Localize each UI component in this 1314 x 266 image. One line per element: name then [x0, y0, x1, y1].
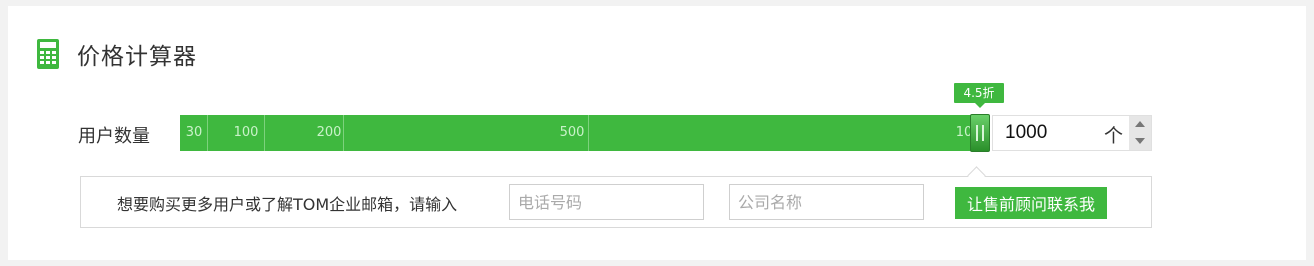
contact-prompt: 想要购买更多用户或了解TOM企业邮箱，请输入 — [117, 195, 458, 214]
company-input[interactable] — [729, 184, 924, 220]
grip-line-icon — [976, 125, 978, 141]
increment-arrow-icon[interactable] — [1129, 116, 1151, 133]
slider-tick-label: 30 — [185, 125, 203, 140]
slider-divider — [343, 115, 344, 151]
price-calculator-card: 价格计算器 用户数量 30 100 200 500 10 4.5折 个 想要购买… — [8, 6, 1306, 260]
quantity-input[interactable] — [1005, 119, 1095, 147]
slider-tick-label: 100 — [233, 125, 259, 140]
user-count-slider-track[interactable]: 30 100 200 500 10 — [180, 115, 980, 151]
slider-divider — [264, 115, 265, 151]
quantity-unit: 个 — [1104, 125, 1124, 147]
slider-tick-label: 500 — [559, 125, 585, 140]
stepper-controls — [1129, 116, 1151, 150]
slider-divider — [588, 115, 589, 151]
phone-input[interactable] — [509, 184, 704, 220]
quantity-stepper: 个 — [992, 115, 1152, 151]
slider-handle[interactable] — [970, 114, 990, 152]
decrement-arrow-icon[interactable] — [1129, 133, 1151, 150]
user-count-label: 用户数量 — [78, 126, 150, 147]
contact-me-button[interactable]: 让售前顾问联系我 — [955, 187, 1107, 219]
slider-tick-label: 200 — [316, 125, 342, 140]
page-title: 价格计算器 — [77, 44, 197, 70]
slider-divider — [207, 115, 208, 151]
calculator-header: 价格计算器 — [37, 37, 197, 71]
grip-line-icon — [982, 125, 984, 141]
contact-request-panel: 想要购买更多用户或了解TOM企业邮箱，请输入 让售前顾问联系我 — [80, 176, 1152, 228]
discount-badge: 4.5折 — [954, 83, 1004, 108]
calculator-icon — [37, 39, 59, 69]
